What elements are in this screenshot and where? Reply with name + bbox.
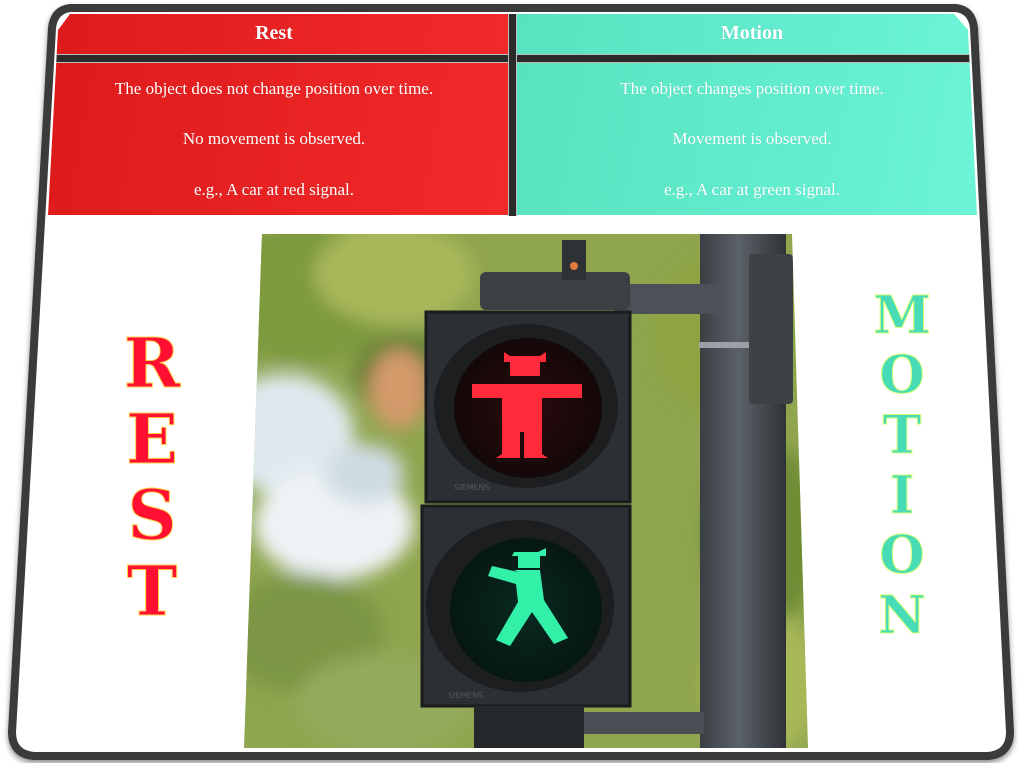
- motion-letter: O: [879, 345, 925, 406]
- motion-header: Motion: [720, 22, 784, 44]
- rest-observation: No movement is observed.: [182, 129, 366, 148]
- table-vertical-divider: [508, 14, 517, 216]
- rest-header-cell: Rest: [40, 14, 508, 54]
- rest-header: Rest: [255, 22, 293, 44]
- rest-letter: R: [123, 324, 181, 404]
- frame-content: Rest Motion The object does not change p…: [20, 14, 1002, 748]
- motion-header-cell: Motion: [517, 14, 987, 54]
- lower-bracket: [584, 712, 704, 734]
- motion-description-cell: The object changes position over time. M…: [517, 63, 987, 215]
- cap-indicator: [570, 262, 578, 270]
- pole-bracket: [749, 254, 793, 404]
- traffic-light-illustration: SIEMENS SIEMENS: [244, 234, 808, 748]
- motion-observation: Movement is observed.: [672, 129, 832, 148]
- motion-example: e.g., A car at green signal.: [663, 180, 841, 199]
- infographic-frame: Rest Motion The object does not change p…: [0, 0, 1024, 763]
- rest-vertical-label: R E S T: [112, 330, 192, 634]
- green-housing-brand: SIEMENS: [448, 691, 484, 700]
- rest-letter: E: [126, 400, 179, 480]
- rest-definition: The object does not change position over…: [114, 79, 434, 98]
- motion-vertical-label: M O T I O N: [862, 285, 942, 650]
- mounting-arm: [614, 284, 724, 314]
- rest-letter: T: [126, 552, 178, 632]
- housing-bottom-mount: [474, 706, 584, 748]
- light-housing-cap: [480, 272, 630, 310]
- red-housing-brand: SIEMENS: [454, 483, 490, 492]
- motion-letter: I: [889, 465, 915, 526]
- rest-letter: S: [127, 476, 177, 556]
- motion-definition: The object changes position over time.: [620, 79, 884, 98]
- rest-example: e.g., A car at red signal.: [193, 180, 355, 199]
- motion-letter: O: [879, 525, 925, 586]
- traffic-light-photo: SIEMENS SIEMENS: [244, 234, 808, 748]
- motion-letter: T: [882, 405, 922, 466]
- rest-description-cell: The object does not change position over…: [40, 63, 508, 215]
- cap-mount: [562, 240, 586, 280]
- motion-letter: N: [878, 585, 927, 646]
- motion-letter: M: [873, 285, 932, 346]
